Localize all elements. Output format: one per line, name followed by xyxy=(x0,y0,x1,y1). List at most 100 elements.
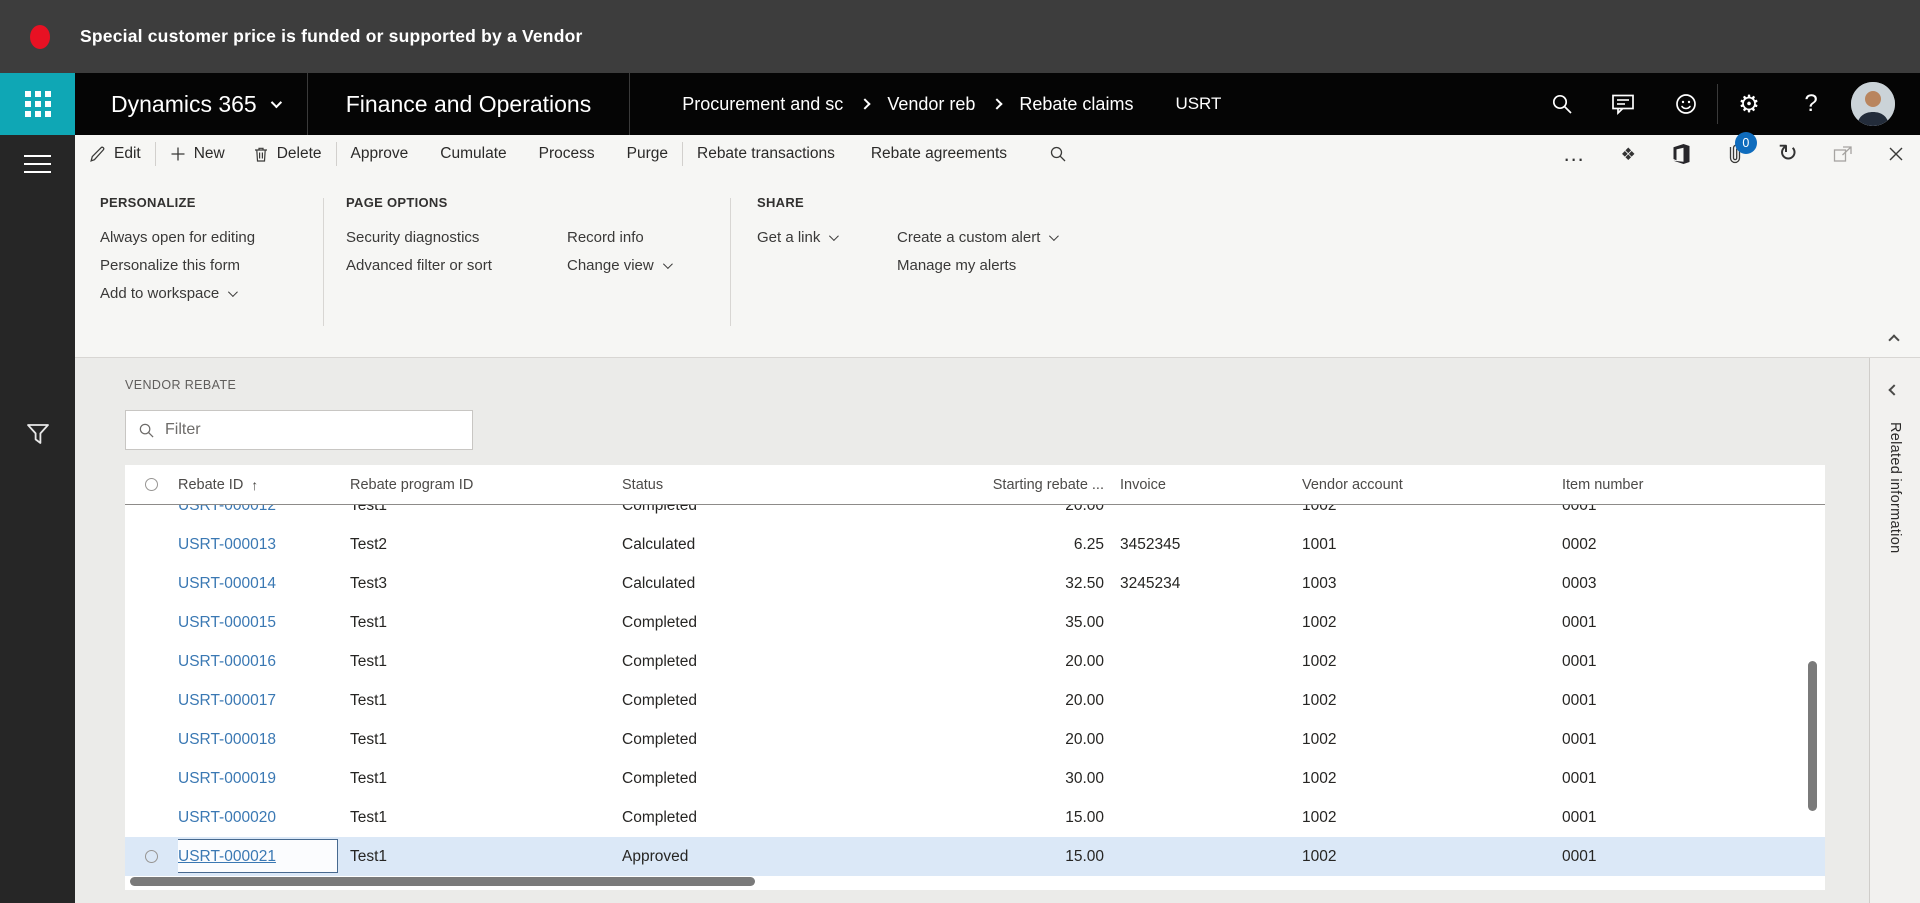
rebate-id-link[interactable]: USRT-000016 xyxy=(178,653,276,671)
filter-input[interactable] xyxy=(165,421,435,439)
filter-funnel-icon[interactable] xyxy=(24,421,52,447)
hamburger-menu-icon[interactable] xyxy=(24,155,51,173)
rebate-id-link[interactable]: USRT-000018 xyxy=(178,731,276,749)
rebate-id-link[interactable]: USRT-000017 xyxy=(178,692,276,710)
share-section-title: SHARE xyxy=(757,195,805,210)
related-information-panel-tab[interactable]: Related information xyxy=(1869,358,1920,903)
table-row[interactable]: USRT-000013 Test2 Calculated 6.25 345234… xyxy=(125,525,1825,564)
menu-item-change-view[interactable]: Change view xyxy=(567,257,673,274)
rebate-agreements-button[interactable]: Rebate agreements xyxy=(871,145,1007,163)
office-apps-icon[interactable] xyxy=(1671,143,1691,165)
menu-item-add-to-workspace[interactable]: Add to workspace xyxy=(100,285,239,302)
menu-item-personalize-this-form[interactable]: Personalize this form xyxy=(100,257,240,274)
table-row[interactable]: USRT-000012 Test1 Completed 20.00 1002 0… xyxy=(125,505,1825,525)
power-apps-icon[interactable]: ❖ xyxy=(1621,146,1636,163)
edit-button[interactable]: Edit xyxy=(89,145,141,163)
rebate-id-link[interactable]: USRT-000021 xyxy=(178,848,276,866)
column-header-rebate-id[interactable]: Rebate ID ↑ xyxy=(178,465,350,504)
chevron-down-icon xyxy=(1049,231,1060,242)
menu-item-create-a-custom-alert[interactable]: Create a custom alert xyxy=(897,229,1060,246)
search-icon[interactable] xyxy=(1531,73,1593,135)
collapse-action-pane-button[interactable] xyxy=(1888,331,1900,349)
breadcrumb-module[interactable]: Procurement and sc xyxy=(682,94,843,115)
dynamics-365-menu[interactable]: Dynamics 365 xyxy=(111,90,282,118)
invoice-cell xyxy=(1110,798,1285,837)
company-picker[interactable]: USRT xyxy=(1175,94,1221,114)
rebate-program-cell: Test2 xyxy=(350,535,388,553)
rebate-transactions-button[interactable]: Rebate transactions xyxy=(697,145,835,163)
app-name[interactable]: Finance and Operations xyxy=(308,91,630,118)
notification-banner: Special customer price is funded or supp… xyxy=(0,0,1920,73)
table-row[interactable]: USRT-000014 Test3 Calculated 32.50 32452… xyxy=(125,564,1825,603)
table-row[interactable]: USRT-000021 Test1 Approved 15.00 1002 00… xyxy=(125,837,1825,876)
messages-icon[interactable] xyxy=(1593,73,1655,135)
close-icon[interactable] xyxy=(1888,146,1904,162)
rebate-id-link[interactable]: USRT-000012 xyxy=(178,505,276,515)
app-launcher-button[interactable] xyxy=(0,73,75,135)
chevron-down-icon xyxy=(829,231,840,242)
column-header-rebate-program-id[interactable]: Rebate program ID xyxy=(350,465,615,504)
menu-item-always-open-for-editing[interactable]: Always open for editing xyxy=(100,229,255,246)
column-header-invoice[interactable]: Invoice xyxy=(1110,465,1285,504)
menu-item-security-diagnostics[interactable]: Security diagnostics xyxy=(346,229,479,246)
chevron-left-icon xyxy=(1888,384,1900,396)
item-number-cell: 0001 xyxy=(1562,769,1597,787)
rebate-id-link[interactable]: USRT-000014 xyxy=(178,575,276,593)
cumulate-button[interactable]: Cumulate xyxy=(440,145,506,163)
user-avatar[interactable] xyxy=(1842,73,1904,135)
purge-button[interactable]: Purge xyxy=(627,145,668,163)
delete-label: Delete xyxy=(276,145,322,162)
approve-button[interactable]: Approve xyxy=(351,145,409,163)
edit-label: Edit xyxy=(114,145,141,162)
table-row[interactable]: USRT-000019 Test1 Completed 30.00 1002 0… xyxy=(125,759,1825,798)
toolbar-search-icon[interactable] xyxy=(1049,145,1067,163)
attachments-icon[interactable]: 0 xyxy=(1726,132,1757,165)
menu-item-get-a-link[interactable]: Get a link xyxy=(757,229,840,246)
banner-message: Special customer price is funded or supp… xyxy=(80,26,583,46)
column-header-vendor-account[interactable]: Vendor account xyxy=(1285,465,1545,504)
table-row[interactable]: USRT-000018 Test1 Completed 20.00 1002 0… xyxy=(125,720,1825,759)
horizontal-scrollbar-thumb[interactable] xyxy=(130,877,755,886)
rebate-id-link[interactable]: USRT-000015 xyxy=(178,614,276,632)
column-header-starting-rebate[interactable]: Starting rebate ... xyxy=(960,465,1110,504)
status-cell: Completed xyxy=(622,808,697,826)
menu-item-advanced-filter-or-sort[interactable]: Advanced filter or sort xyxy=(346,257,492,274)
menu-item-record-info[interactable]: Record info xyxy=(567,229,644,246)
rebate-program-cell: Test1 xyxy=(350,652,388,670)
menu-item-manage-my-alerts[interactable]: Manage my alerts xyxy=(897,257,1016,274)
table-row[interactable]: USRT-000015 Test1 Completed 35.00 1002 0… xyxy=(125,603,1825,642)
breadcrumb-area[interactable]: Vendor reb xyxy=(887,94,975,115)
open-in-new-window-icon[interactable] xyxy=(1833,145,1853,163)
rebate-id-link[interactable]: USRT-000019 xyxy=(178,770,276,788)
column-header-status[interactable]: Status xyxy=(615,465,960,504)
starting-rebate-cell: 32.50 xyxy=(1065,574,1104,592)
process-button[interactable]: Process xyxy=(539,145,595,163)
row-select-radio[interactable] xyxy=(145,850,158,863)
item-number-cell: 0001 xyxy=(1562,652,1597,670)
breadcrumb-page[interactable]: Rebate claims xyxy=(1019,94,1133,115)
column-header-item-number[interactable]: Item number xyxy=(1545,465,1825,504)
rebate-id-link[interactable]: USRT-000013 xyxy=(178,536,276,554)
vertical-scrollbar-thumb[interactable] xyxy=(1808,661,1817,811)
help-icon[interactable]: ? xyxy=(1780,73,1842,135)
rebate-id-link[interactable]: USRT-000020 xyxy=(178,809,276,827)
get-a-link-label: Get a link xyxy=(757,229,821,246)
feedback-smiley-icon[interactable] xyxy=(1655,73,1717,135)
settings-gear-icon[interactable]: ⚙ xyxy=(1718,73,1780,135)
rebate-program-cell: Test1 xyxy=(350,505,388,514)
more-options-icon[interactable]: … xyxy=(1563,143,1586,165)
rebate-program-cell: Test3 xyxy=(350,574,388,592)
product-name: Dynamics 365 xyxy=(111,90,257,117)
refresh-icon[interactable]: ↻ xyxy=(1778,142,1798,166)
divider xyxy=(335,142,337,166)
avatar-image xyxy=(1851,82,1895,126)
new-button[interactable]: New xyxy=(170,145,225,163)
table-row[interactable]: USRT-000017 Test1 Completed 20.00 1002 0… xyxy=(125,681,1825,720)
table-row[interactable]: USRT-000020 Test1 Completed 15.00 1002 0… xyxy=(125,798,1825,837)
vendor-account-cell: 1002 xyxy=(1302,808,1337,826)
select-all-radio[interactable] xyxy=(145,478,158,491)
starting-rebate-cell: 20.00 xyxy=(1065,652,1104,670)
change-view-label: Change view xyxy=(567,257,654,274)
delete-button[interactable]: Delete xyxy=(253,145,322,163)
table-row[interactable]: USRT-000016 Test1 Completed 20.00 1002 0… xyxy=(125,642,1825,681)
